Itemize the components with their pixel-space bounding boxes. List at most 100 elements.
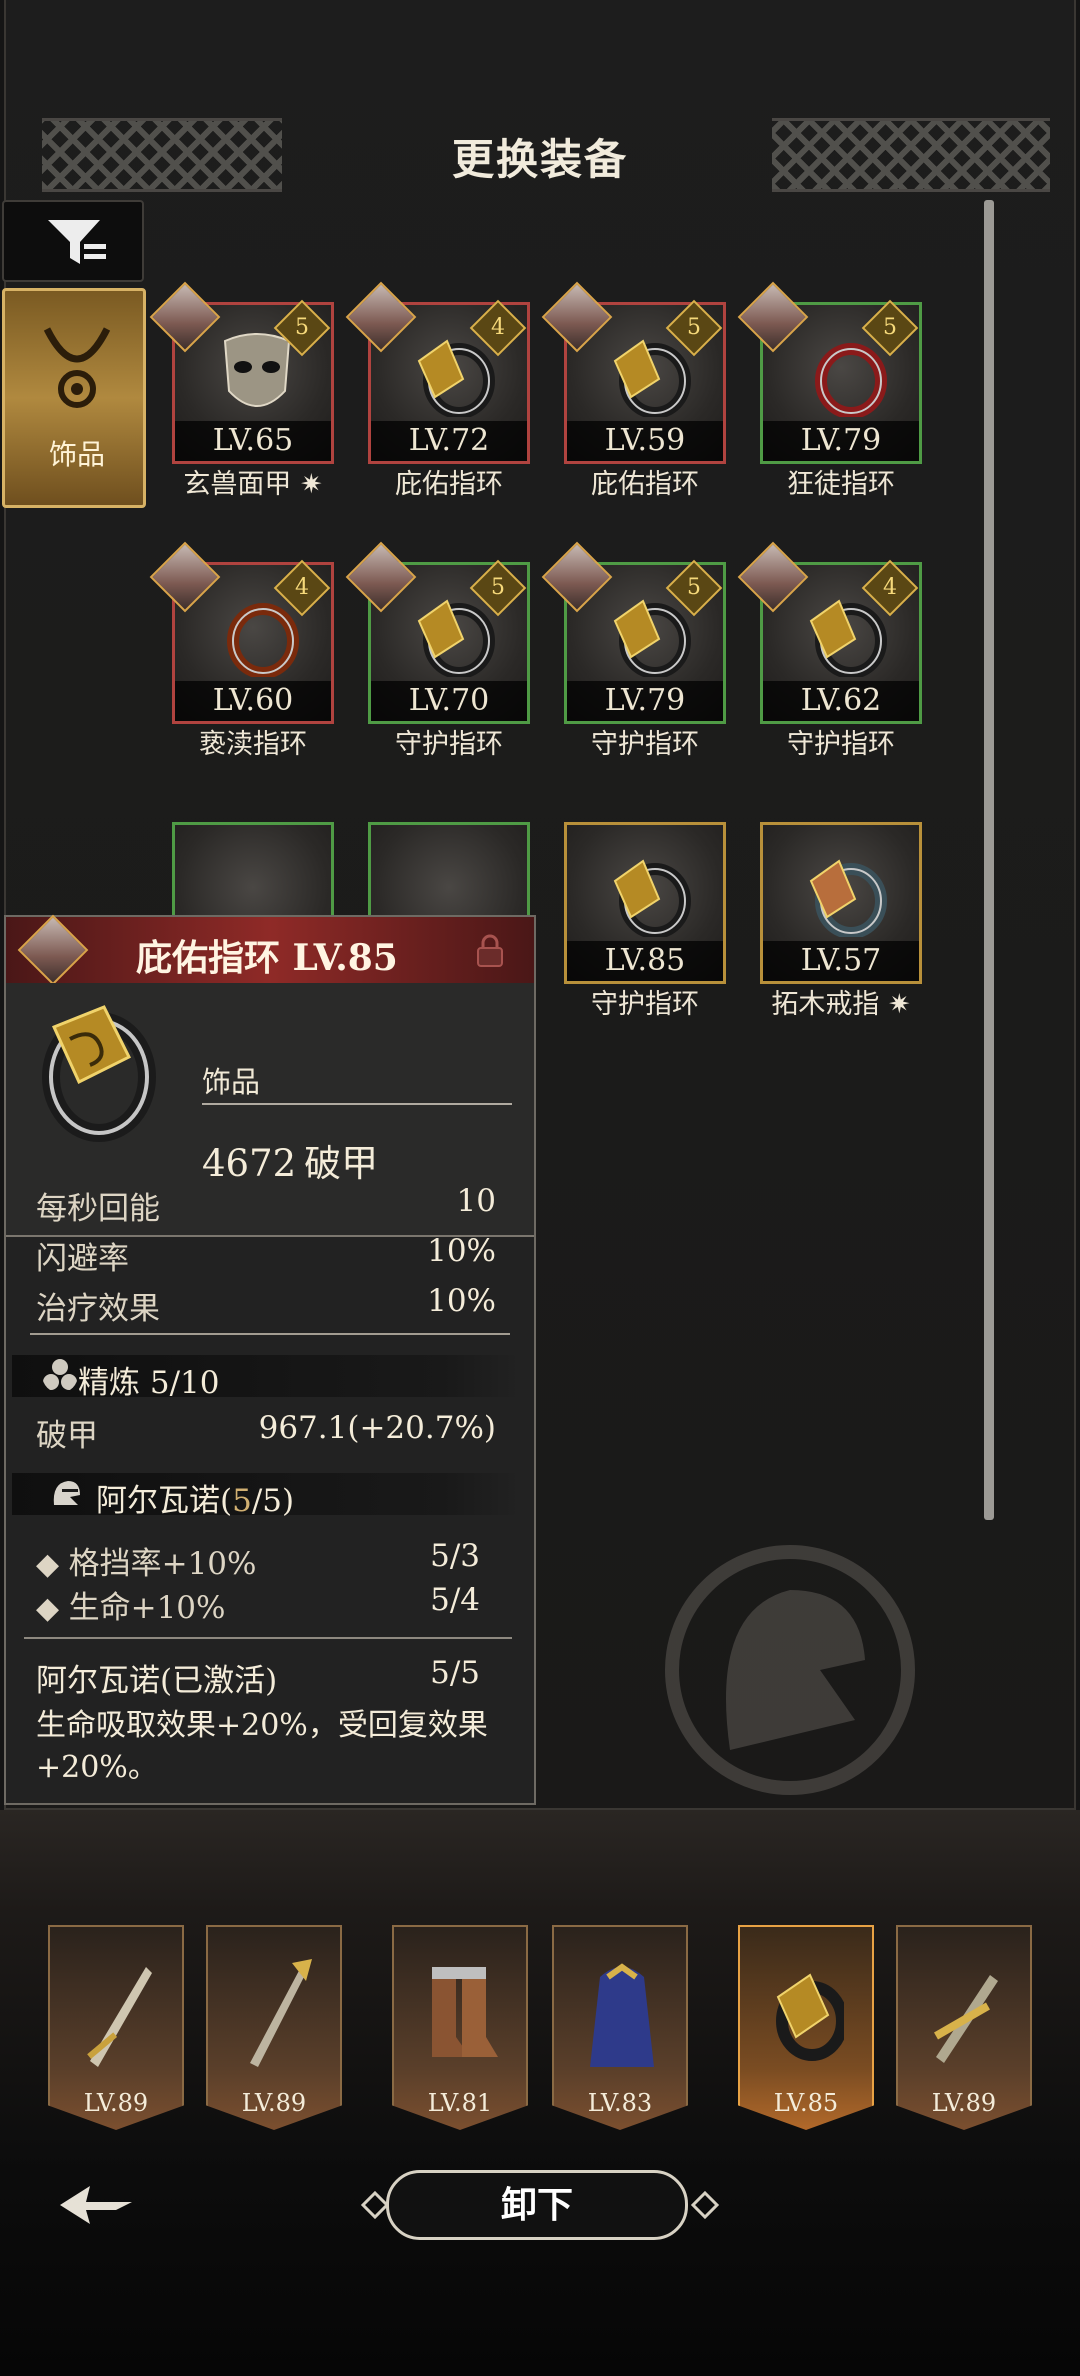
ornament-right-icon bbox=[690, 2190, 720, 2220]
ornament-left-icon bbox=[360, 2190, 390, 2220]
tab-accessory[interactable]: 饰品 bbox=[2, 288, 146, 508]
refine-section-header: 精炼 5/10 bbox=[12, 1355, 520, 1401]
card-name-text: 狂徒指环 bbox=[787, 469, 895, 500]
refine-label: 精炼 5/10 bbox=[78, 1365, 220, 1401]
card-name: 庇佑指环 bbox=[349, 462, 549, 501]
slot-level: LV.85 bbox=[773, 2089, 839, 2117]
slot-level: LV.89 bbox=[241, 2089, 307, 2117]
badge-value: 4 bbox=[883, 575, 897, 600]
badge-value: 5 bbox=[883, 315, 897, 340]
card-name-text: 守护指环 bbox=[591, 989, 699, 1020]
set-name-text: 阿尔瓦诺( bbox=[96, 1483, 233, 1519]
divider bbox=[202, 1103, 512, 1105]
equipment-card[interactable]: LV.57 bbox=[760, 822, 922, 984]
card-name: 守护指环 bbox=[349, 722, 549, 761]
card-level: LV.70 bbox=[371, 681, 527, 721]
card-name: 拓木戒指 ✷ bbox=[741, 982, 941, 1021]
tab-accessory-label: 饰品 bbox=[48, 438, 105, 471]
knight-helmet-icon bbox=[53, 1481, 80, 1505]
boots-icon bbox=[432, 1967, 498, 2057]
refine-stat-row: 破甲 967.1(+20.7%) bbox=[36, 1410, 496, 1454]
card-name-text: 庇佑指环 bbox=[395, 469, 503, 500]
set-active-value: 5/5 bbox=[430, 1655, 480, 1691]
stat-value: 10% bbox=[427, 1283, 496, 1319]
equipped-slot[interactable]: LV.83 bbox=[552, 1925, 688, 2130]
cape-icon bbox=[590, 1963, 654, 2067]
item-category: 饰品 bbox=[202, 1065, 261, 1099]
back-arrow-icon[interactable] bbox=[56, 2180, 136, 2230]
slot-level: LV.83 bbox=[587, 2089, 653, 2117]
set-bonus-progress: 5/4 bbox=[430, 1582, 480, 1618]
spear-icon bbox=[250, 1959, 312, 2067]
equipped-slot[interactable]: LV.89 bbox=[896, 1925, 1032, 2130]
badge-value: 5 bbox=[491, 575, 505, 600]
greatsword-icon bbox=[934, 1975, 998, 2063]
card-name: 守护指环 bbox=[545, 722, 745, 761]
set-count-current: 5 bbox=[232, 1483, 252, 1519]
filter-button[interactable] bbox=[2, 200, 144, 282]
card-level: LV.85 bbox=[567, 941, 723, 981]
ring-icon bbox=[42, 1005, 156, 1142]
main-stat-value: 4672 bbox=[202, 1142, 297, 1185]
badge-value: 5 bbox=[687, 315, 701, 340]
set-bonus-row: ◆ 格挡率+10% 5/3 bbox=[36, 1538, 496, 1582]
card-name-text: 庇佑指环 bbox=[591, 469, 699, 500]
knight-emblem-icon bbox=[665, 1545, 915, 1795]
card-level: LV.60 bbox=[175, 681, 331, 721]
card-name: 狂徒指环 bbox=[741, 462, 941, 501]
card-name-text: 玄兽面甲 bbox=[183, 469, 292, 500]
card-name-text: 守护指环 bbox=[787, 729, 895, 760]
refine-icon bbox=[43, 1359, 77, 1390]
scrollbar[interactable] bbox=[984, 200, 994, 1520]
card-name-text: 拓木戒指 bbox=[771, 989, 880, 1020]
tooltip-header: 庇佑指环 LV.85 bbox=[6, 914, 534, 986]
lock-icon[interactable] bbox=[472, 933, 508, 969]
stat-label: 破甲 bbox=[36, 1418, 98, 1454]
stat-row: 治疗效果 10% bbox=[36, 1283, 496, 1327]
filter-icon bbox=[48, 220, 106, 264]
card-level: LV.72 bbox=[371, 421, 527, 461]
equipped-slot[interactable]: LV.89 bbox=[48, 1925, 184, 2130]
badge-value: 4 bbox=[491, 315, 505, 340]
tooltip-item-name: 庇佑指环 LV.85 bbox=[136, 937, 398, 979]
main-stat-label: 破甲 bbox=[304, 1142, 379, 1185]
stat-label: 闪避率 bbox=[36, 1241, 129, 1277]
card-name: 守护指环 bbox=[545, 982, 745, 1021]
set-bonus-row: ◆ 生命+10% 5/4 bbox=[36, 1582, 496, 1626]
card-level: LV.59 bbox=[567, 421, 723, 461]
equipped-slot[interactable]: LV.85 bbox=[738, 1925, 874, 2130]
stat-value: 10 bbox=[456, 1183, 496, 1219]
set-effect-description: 生命吸取效果+20%，受回复效果+20%。 bbox=[36, 1708, 488, 1785]
badge-value: 4 bbox=[295, 575, 309, 600]
card-level: LV.65 bbox=[175, 421, 331, 461]
stat-value: 10% bbox=[427, 1233, 496, 1269]
card-name-text: 亵渎指环 bbox=[199, 729, 307, 760]
dialog-title: 更换装备 bbox=[451, 135, 628, 184]
card-name: 庇佑指环 bbox=[545, 462, 745, 501]
card-level: LV.62 bbox=[763, 681, 919, 721]
equipped-slot[interactable]: LV.89 bbox=[206, 1925, 342, 2130]
star-icon: ✷ bbox=[879, 989, 911, 1020]
set-bonus-progress: 5/3 bbox=[430, 1538, 480, 1574]
equipment-card[interactable]: LV.85 bbox=[564, 822, 726, 984]
slot-level: LV.81 bbox=[427, 2089, 493, 2117]
card-level: LV.79 bbox=[567, 681, 723, 721]
unequip-button[interactable]: 卸下 bbox=[386, 2170, 688, 2240]
stat-row: 闪避率 10% bbox=[36, 1233, 496, 1277]
star-icon: ✷ bbox=[291, 469, 323, 500]
set-bonus-label: ◆ 生命+10% bbox=[36, 1590, 226, 1626]
equipped-slot[interactable]: LV.81 bbox=[392, 1925, 528, 2130]
stat-label: 治疗效果 bbox=[36, 1291, 160, 1327]
set-name: 阿尔瓦诺(5/5) bbox=[96, 1475, 294, 1520]
sword-icon bbox=[87, 1967, 152, 2067]
set-bonus-text: 格挡率+10% bbox=[68, 1546, 257, 1582]
set-bonus-text: 生命+10% bbox=[68, 1590, 226, 1626]
set-section-header: 阿尔瓦诺(5/5) bbox=[12, 1473, 520, 1519]
divider bbox=[30, 1333, 510, 1335]
stat-row: 每秒回能 10 bbox=[36, 1183, 496, 1227]
slot-level: LV.89 bbox=[83, 2089, 149, 2117]
ring-icon bbox=[613, 859, 691, 937]
owner-portrait bbox=[17, 914, 89, 986]
set-active-label: 阿尔瓦诺(已激活) bbox=[36, 1663, 278, 1699]
set-active-row: 阿尔瓦诺(已激活) 5/5 bbox=[36, 1655, 496, 1699]
